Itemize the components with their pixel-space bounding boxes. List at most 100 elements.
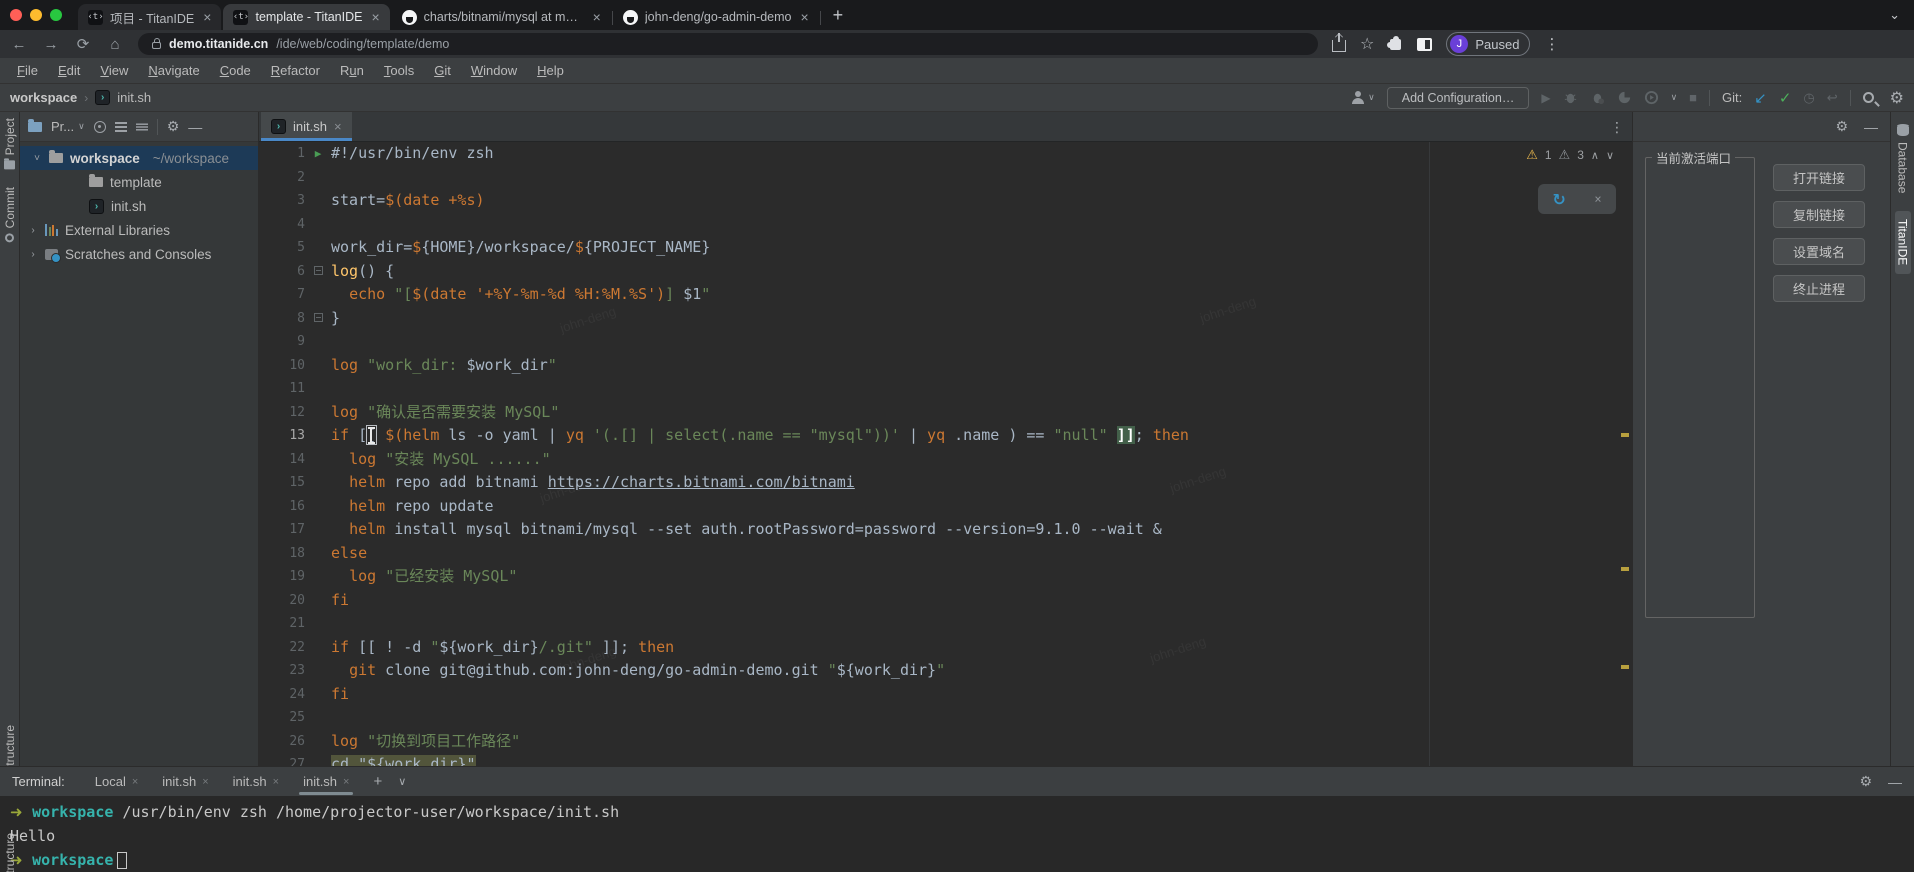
tree-item-external-libraries[interactable]: ›External Libraries (20, 218, 258, 242)
menu-git[interactable]: Git (425, 63, 460, 78)
browser-tab[interactable]: charts/bitnami/mysql at maste× (392, 4, 611, 30)
editor-options-kebab-icon[interactable]: ⋮ (1610, 119, 1624, 136)
close-tab-icon[interactable]: × (371, 9, 379, 25)
fold-marker-icon[interactable] (314, 266, 323, 275)
port-button-打开链接[interactable]: 打开链接 (1773, 164, 1865, 191)
menu-navigate[interactable]: Navigate (139, 63, 208, 78)
panel-gear-icon[interactable]: ⚙ (1835, 120, 1848, 134)
next-problem-icon[interactable]: ∨ (1606, 149, 1614, 162)
breadcrumb-root[interactable]: workspace (10, 90, 77, 105)
collapsed-chevron-icon[interactable]: › (28, 225, 38, 236)
menu-view[interactable]: View (91, 63, 137, 78)
tab-search-chevron-icon[interactable]: ⌄ (1889, 7, 1914, 23)
breadcrumb[interactable]: workspace › › init.sh (10, 90, 151, 105)
port-button-复制链接[interactable]: 复制链接 (1773, 201, 1865, 228)
menu-file[interactable]: File (8, 63, 47, 78)
menu-tools[interactable]: Tools (375, 63, 423, 78)
add-configuration-button[interactable]: Add Configuration… (1387, 87, 1530, 109)
close-terminal-tab-icon[interactable]: × (132, 776, 138, 788)
browser-menu-icon[interactable]: ⋮ (1544, 35, 1559, 53)
close-tab-icon[interactable]: × (203, 9, 211, 25)
close-terminal-tab-icon[interactable]: × (202, 776, 208, 788)
chevron-down-icon[interactable]: ∨ (1671, 92, 1678, 103)
dismiss-icon[interactable]: × (1594, 192, 1601, 206)
error-stripe-mark[interactable] (1621, 433, 1629, 437)
forward-icon[interactable]: → (42, 36, 60, 53)
inspections-widget[interactable]: ⚠1 ⚠3 ∧ ∨ (1526, 147, 1614, 163)
tool-button-project[interactable]: Project (3, 118, 17, 169)
run-with-icon[interactable] (1644, 90, 1659, 105)
expanded-chevron-icon[interactable]: ˅ (32, 153, 42, 164)
menu-help[interactable]: Help (528, 63, 573, 78)
close-window-button[interactable] (10, 9, 22, 21)
code-editor[interactable]: 1▶#!/usr/bin/env zsh23start=$(date +%s)4… (259, 142, 1632, 766)
terminal-settings-gear-icon[interactable]: ⚙ (1859, 775, 1872, 789)
menu-refactor[interactable]: Refactor (262, 63, 329, 78)
tree-item-workspace[interactable]: ˅workspace~/workspace (20, 146, 258, 170)
tree-item-template[interactable]: template (20, 170, 258, 194)
tree-item-init-sh[interactable]: ›init.sh (20, 194, 258, 218)
hide-panel-icon[interactable]: — (1864, 119, 1878, 135)
error-stripe-mark[interactable] (1621, 665, 1629, 669)
debug-icon[interactable] (1563, 90, 1578, 105)
terminal-tab-local[interactable]: Local× (83, 767, 151, 797)
git-update-icon[interactable]: ↙ (1754, 89, 1767, 107)
prev-problem-icon[interactable]: ∧ (1591, 149, 1599, 162)
collapsed-chevron-icon[interactable]: › (28, 249, 38, 260)
browser-tab[interactable]: ‹t›项目 - TitanIDE× (78, 4, 221, 30)
browser-tab[interactable]: john-deng/go-admin-demo× (613, 4, 819, 30)
coverage-icon[interactable] (1590, 90, 1605, 105)
fold-marker-icon[interactable] (314, 313, 323, 322)
close-tab-icon[interactable]: × (593, 9, 601, 25)
close-tab-icon[interactable]: × (334, 119, 342, 134)
tool-button-database[interactable]: Database (1896, 120, 1910, 197)
close-terminal-tab-icon[interactable]: × (343, 776, 349, 788)
close-tab-icon[interactable]: × (800, 9, 808, 25)
editor-tab-init-sh[interactable]: › init.sh × (261, 112, 352, 141)
tool-button-titanide[interactable]: TitanIDE (1895, 211, 1911, 273)
new-terminal-icon[interactable]: + (365, 773, 390, 790)
extensions-icon[interactable] (1388, 37, 1403, 52)
terminal-dropdown-icon[interactable]: ∨ (394, 775, 410, 788)
back-icon[interactable]: ← (10, 36, 28, 53)
breadcrumb-file[interactable]: init.sh (117, 90, 151, 105)
tool-button-commit[interactable]: Commit (3, 187, 17, 242)
menu-window[interactable]: Window (462, 63, 526, 78)
side-panel-icon[interactable] (1417, 38, 1432, 51)
address-bar[interactable]: demo.titanide.cn/ide/web/coding/template… (138, 33, 1318, 55)
sync-icon[interactable]: ↻ (1552, 190, 1565, 209)
user-widget[interactable]: ∨ (1351, 91, 1375, 104)
minimize-window-button[interactable] (30, 9, 42, 21)
hide-terminal-icon[interactable]: — (1888, 774, 1902, 790)
project-options-gear-icon[interactable]: ⚙ (167, 120, 180, 134)
run-script-icon[interactable]: ▶ (315, 147, 322, 160)
share-icon[interactable] (1332, 40, 1346, 52)
menu-run[interactable]: Run (331, 63, 373, 78)
terminal-tab-init-sh[interactable]: init.sh× (291, 767, 361, 797)
tool-button-structure[interactable]: Structure (3, 833, 17, 872)
profile-button[interactable]: J Paused (1446, 32, 1530, 56)
run-icon[interactable]: ▶ (1541, 91, 1550, 105)
menu-code[interactable]: Code (211, 63, 260, 78)
tree-item-scratches-and-consoles[interactable]: ›Scratches and Consoles (20, 242, 258, 266)
port-button-设置域名[interactable]: 设置域名 (1773, 238, 1865, 265)
terminal-tab-init-sh[interactable]: init.sh× (221, 767, 291, 797)
home-icon[interactable]: ⌂ (106, 36, 124, 53)
search-everywhere-icon[interactable] (1863, 92, 1874, 103)
browser-tab[interactable]: ‹t›template - TitanIDE× (223, 4, 389, 30)
select-opened-file-icon[interactable] (94, 121, 106, 133)
profiler-icon[interactable] (1617, 90, 1632, 105)
new-tab-button[interactable]: + (821, 5, 856, 26)
terminal-output[interactable]: ➜ workspace /usr/bin/env zsh /home/proje… (0, 796, 1914, 872)
git-commit-icon[interactable]: ✓ (1779, 89, 1792, 107)
zoom-window-button[interactable] (50, 9, 62, 21)
close-terminal-tab-icon[interactable]: × (273, 776, 279, 788)
reload-icon[interactable]: ⟳ (74, 35, 92, 53)
settings-gear-icon[interactable]: ⚙ (1890, 90, 1904, 106)
expand-all-icon[interactable] (115, 122, 127, 132)
project-view-selector[interactable]: Pr...∨ (51, 119, 85, 134)
menu-edit[interactable]: Edit (49, 63, 89, 78)
hide-project-panel-icon[interactable]: — (188, 119, 202, 135)
collapse-all-icon[interactable] (136, 123, 148, 130)
bookmark-star-icon[interactable]: ☆ (1360, 34, 1374, 54)
